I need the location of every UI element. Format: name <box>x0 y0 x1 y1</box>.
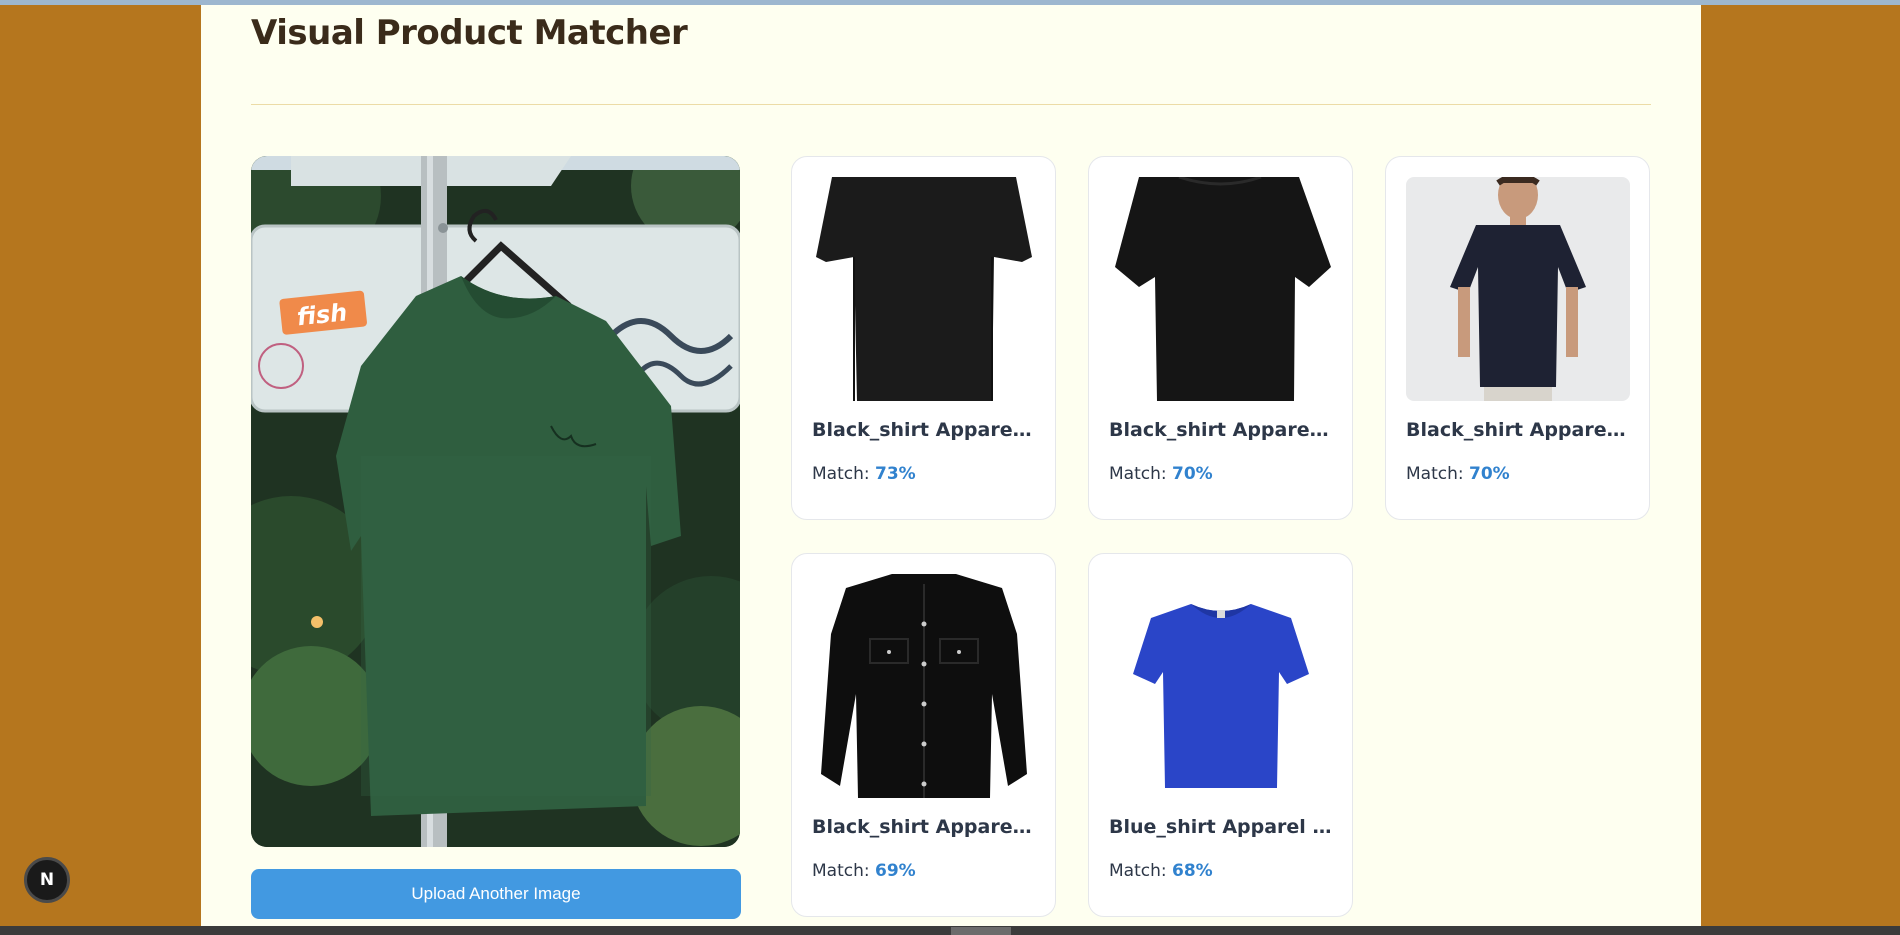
product-image <box>1109 177 1333 401</box>
result-card[interactable]: Black_shirt Apparel Item Match: 70% <box>1088 156 1353 520</box>
sticker-text: fish <box>296 298 349 331</box>
product-image <box>812 177 1036 401</box>
product-image <box>1109 574 1333 798</box>
product-image <box>1406 177 1630 401</box>
result-card[interactable]: Black_shirt Apparel Item Match: 69% <box>791 553 1056 917</box>
match-score: Match: 69% <box>812 861 916 881</box>
product-name: Black_shirt Apparel Item <box>812 419 1037 441</box>
result-card[interactable]: Black_shirt Apparel Item Match: 73% <box>791 156 1056 520</box>
product-image <box>812 574 1036 798</box>
main-panel: Visual Product Matcher fish Upload Anoth… <box>201 5 1701 926</box>
match-score: Match: 73% <box>812 464 916 484</box>
horizontal-scrollbar[interactable] <box>0 926 1900 935</box>
nextjs-dev-badge[interactable]: N <box>24 857 70 903</box>
result-card[interactable]: Black_shirt Apparel Item Match: 70% <box>1385 156 1650 520</box>
product-name: Blue_shirt Apparel Item <box>1109 816 1334 838</box>
header-divider <box>251 104 1651 105</box>
query-image: fish <box>251 156 740 847</box>
upload-another-image-button[interactable]: Upload Another Image <box>251 869 741 919</box>
result-card[interactable]: Blue_shirt Apparel Item Match: 68% <box>1088 553 1353 917</box>
product-name: Black_shirt Apparel Item <box>812 816 1037 838</box>
product-name: Black_shirt Apparel Item <box>1109 419 1334 441</box>
page-title: Visual Product Matcher <box>251 13 688 53</box>
match-score: Match: 70% <box>1109 464 1213 484</box>
match-score: Match: 68% <box>1109 861 1213 881</box>
product-name: Black_shirt Apparel Item <box>1406 419 1631 441</box>
scrollbar-thumb[interactable] <box>951 927 1011 935</box>
match-score: Match: 70% <box>1406 464 1510 484</box>
